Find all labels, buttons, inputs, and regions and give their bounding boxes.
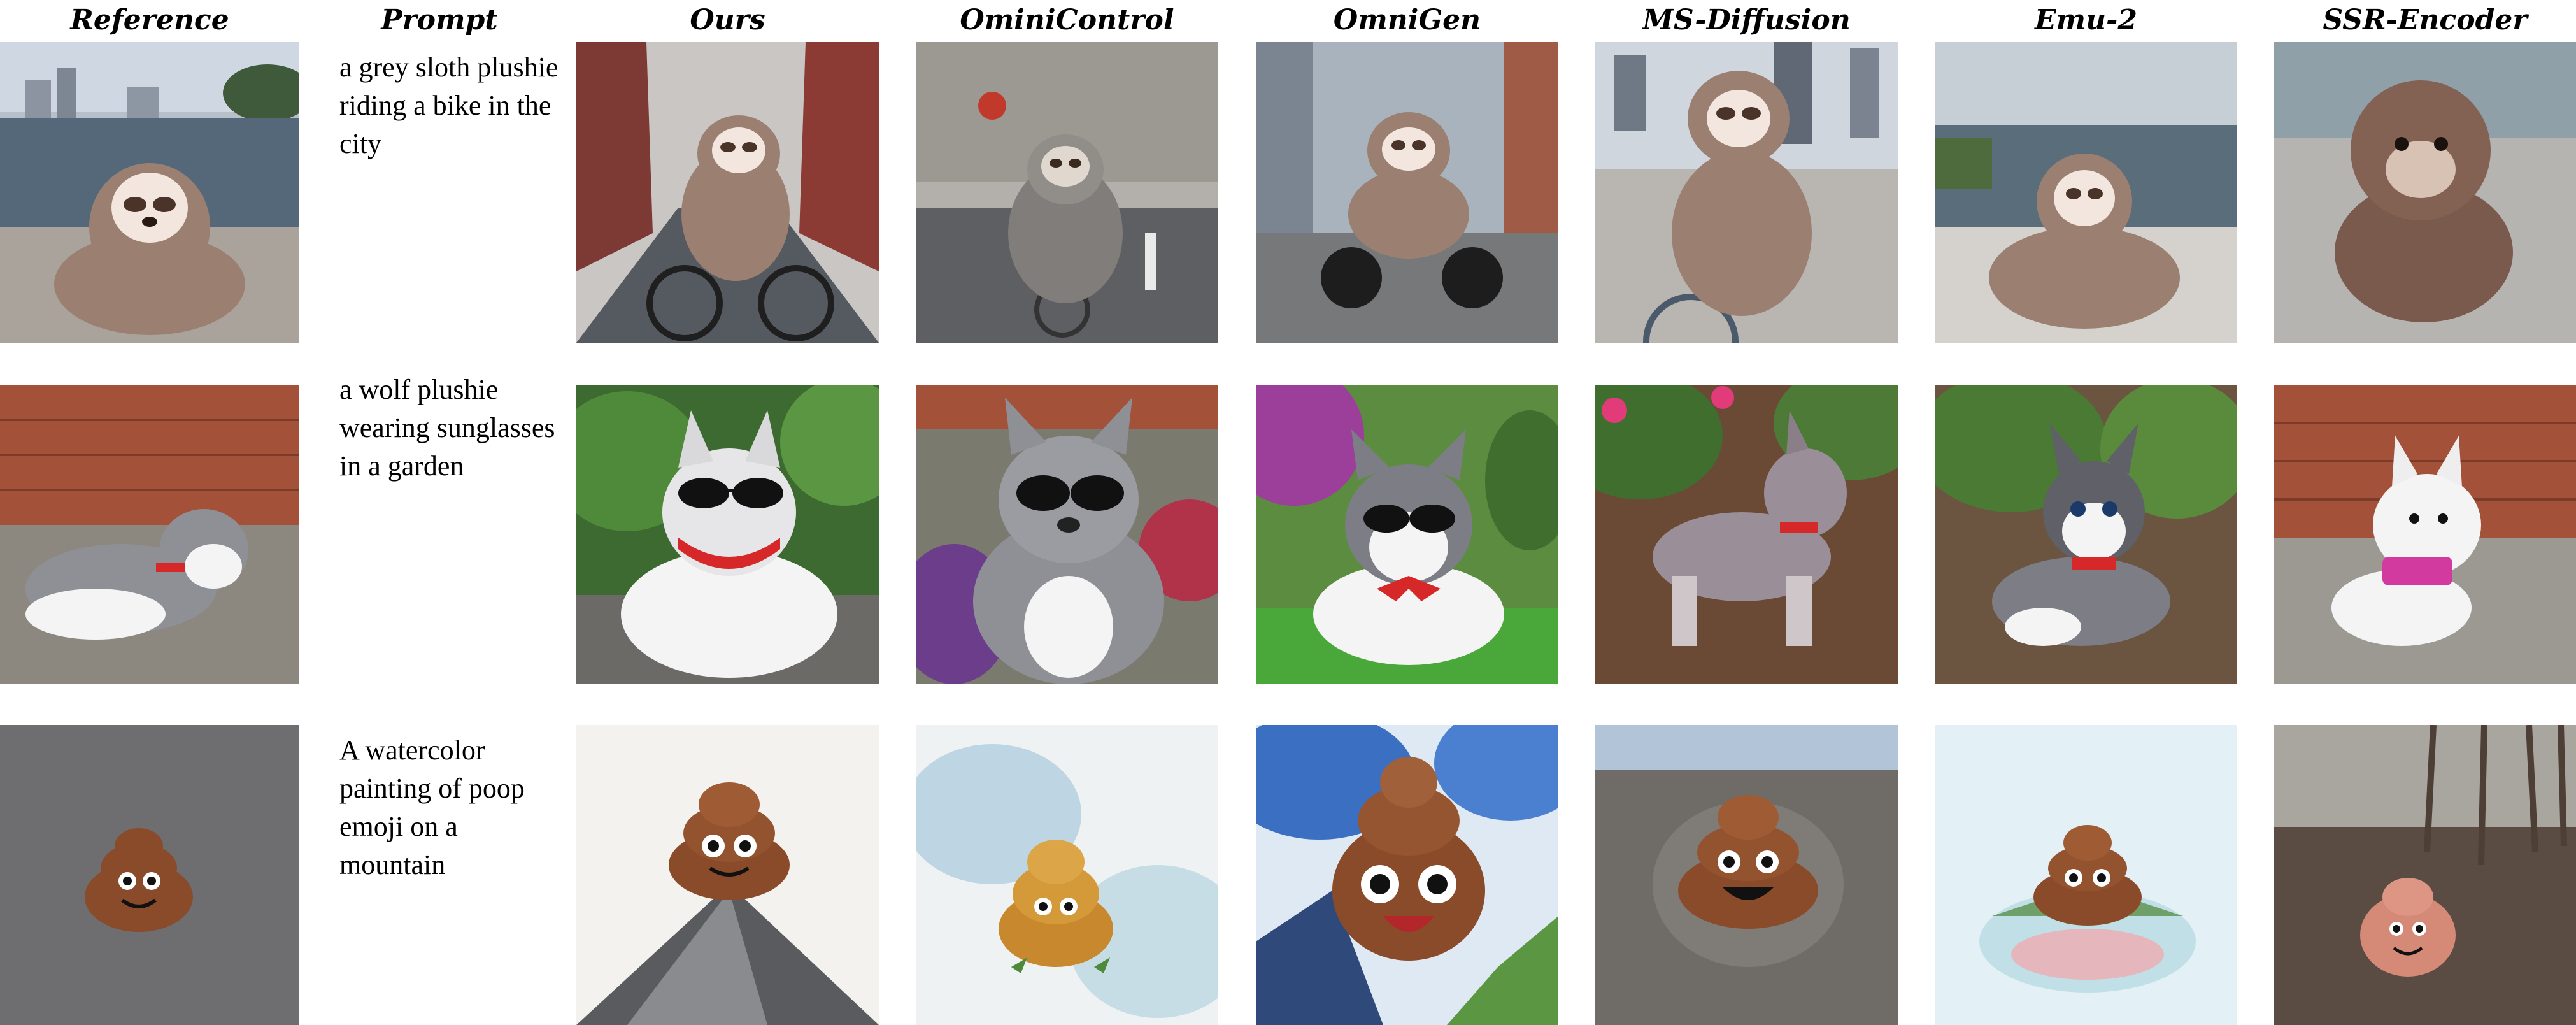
image-row1-reference <box>0 42 299 343</box>
header-prompt: Prompt <box>381 4 498 36</box>
image-row3-ms-diffusion <box>1595 725 1898 1025</box>
header-omnigen: OmniGen <box>1333 4 1481 36</box>
image-row3-ominicontrol <box>916 725 1218 1025</box>
image-row1-omnigen <box>1256 42 1558 343</box>
image-row3-emu-2 <box>1935 725 2237 1025</box>
image-row3-omnigen <box>1256 725 1558 1025</box>
header-ssr-encoder: SSR-Encoder <box>2323 4 2528 36</box>
image-row1-ms-diffusion <box>1595 42 1898 343</box>
prompt-row-2: a wolf plushie wearing sunglasses in a g… <box>339 374 555 482</box>
image-row3-reference <box>0 725 299 1025</box>
image-row2-emu-2 <box>1935 385 2237 684</box>
header-reference: Reference <box>70 4 229 36</box>
image-row1-ours <box>576 42 879 343</box>
image-row2-ominicontrol <box>916 385 1218 684</box>
image-row3-ssr-encoder <box>2274 725 2576 1025</box>
image-row2-ours <box>576 385 879 684</box>
prompt-row-1: a grey sloth plushie riding a bike in th… <box>339 52 559 159</box>
header-ominicontrol: OminiControl <box>960 4 1174 36</box>
image-row2-omnigen <box>1256 385 1558 684</box>
image-row1-ssr-encoder <box>2274 42 2576 343</box>
image-row1-ominicontrol <box>916 42 1218 343</box>
header-emu-2: Emu-2 <box>2035 4 2137 36</box>
image-row2-reference <box>0 385 299 684</box>
image-row2-ms-diffusion <box>1595 385 1898 684</box>
header-ms-diffusion: MS-Diffusion <box>1642 4 1851 36</box>
image-row1-emu-2 <box>1935 42 2237 343</box>
image-row2-ssr-encoder <box>2274 385 2576 684</box>
prompt-row-3: A watercolor painting of poop emoji on a… <box>339 735 525 880</box>
header-ours: Ours <box>690 4 765 36</box>
image-row3-ours <box>576 725 879 1025</box>
